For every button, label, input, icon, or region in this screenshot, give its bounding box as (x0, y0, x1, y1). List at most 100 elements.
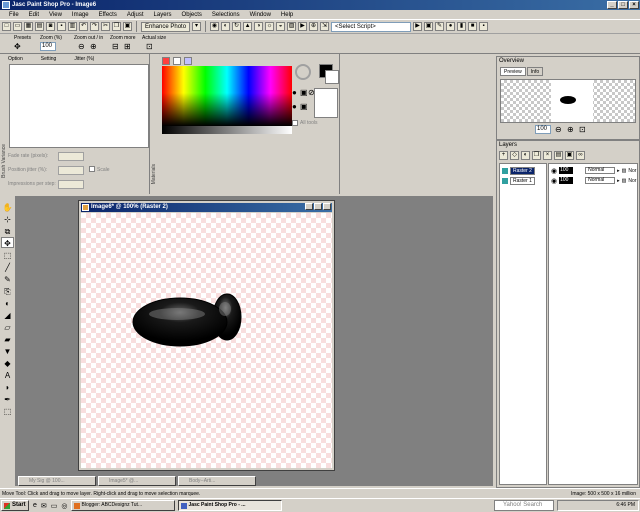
actual-size-icon[interactable]: ⊡ (579, 125, 586, 134)
chevron-right-icon[interactable]: ▸ (617, 168, 620, 174)
stop-script-icon[interactable]: ■ (468, 22, 478, 31)
taskbar-item-paintshop[interactable]: Jasc Paint Shop Pro - ... (177, 500, 282, 511)
zoom-more-out-icon[interactable]: ⊟ (112, 42, 119, 51)
layer-properties-icon[interactable]: ▤ (554, 151, 563, 160)
style-icon[interactable]: ● (292, 88, 297, 97)
desktop-icon[interactable]: ▭ (51, 502, 58, 510)
menu-edit[interactable]: Edit (24, 12, 44, 18)
layer-name[interactable]: Raster 2 (510, 166, 535, 175)
layer-row[interactable]: Raster 2 (502, 166, 535, 175)
image-close-button[interactable] (323, 203, 331, 210)
web-icon[interactable]: ⊕ (309, 22, 319, 31)
texture-icon-2[interactable]: ▣ (300, 102, 308, 111)
media-icon[interactable]: ◎ (61, 502, 67, 510)
pan-tool-icon[interactable]: ✋ (1, 202, 14, 213)
minimized-window[interactable]: My Sig @ 100... (18, 476, 96, 486)
outlook-icon[interactable]: ✉ (41, 502, 47, 510)
undo-icon[interactable]: ↶ (79, 22, 88, 31)
color-spectrum[interactable] (162, 66, 292, 126)
zoom-input[interactable]: 100 (40, 42, 56, 51)
flood-fill-tool-icon[interactable]: ▼ (1, 346, 14, 357)
color-tab-icon[interactable] (184, 57, 192, 65)
scale-checkbox[interactable] (89, 166, 95, 172)
all-tools-checkbox[interactable] (292, 120, 298, 126)
new-raster-layer-icon[interactable]: + (499, 151, 508, 160)
zoom-tool-icon[interactable]: ⊹ (1, 214, 14, 225)
smudge-tool-icon[interactable]: ◢ (1, 310, 14, 321)
mask-icon[interactable]: ▣ (565, 151, 574, 160)
layer-row[interactable]: Raster 1 (502, 176, 535, 185)
background-swatch[interactable] (325, 70, 339, 84)
maximize-button[interactable]: □ (618, 1, 628, 9)
paint-brush-tool-icon[interactable]: ✎ (1, 274, 14, 285)
script-select[interactable]: <Select Script> (331, 21, 412, 32)
fill-preview[interactable] (314, 88, 338, 118)
browse-icon[interactable]: ▦ (24, 22, 33, 31)
menu-layers[interactable]: Layers (149, 12, 177, 18)
record-script-icon[interactable]: ● (446, 22, 456, 31)
menu-view[interactable]: View (44, 12, 67, 18)
edit-script-icon[interactable]: ✎ (435, 22, 445, 31)
dodge-tool-icon[interactable]: ◐ (1, 298, 14, 309)
selection-tool-icon[interactable]: ⬚ (1, 250, 14, 261)
print-icon[interactable]: ▥ (68, 22, 77, 31)
tab-preview[interactable]: Preview (500, 67, 526, 76)
one-step-fix-icon[interactable]: ▾ (192, 22, 202, 31)
copy-icon[interactable]: ❐ (112, 22, 121, 31)
dropper-tool-icon[interactable]: ╱ (1, 262, 14, 273)
overview-thumbnail[interactable] (500, 79, 636, 123)
color-balance-icon[interactable]: ◑ (254, 22, 264, 31)
taskbar-item-blogger[interactable]: Blogger: ABCDesignz Tut... (70, 500, 175, 511)
histogram-icon[interactable]: ▲ (243, 22, 253, 31)
cut-icon[interactable]: ✂ (101, 22, 110, 31)
texture-icon[interactable]: ▣ (300, 88, 308, 97)
redo-icon[interactable]: ↷ (90, 22, 99, 31)
image-maximize-button[interactable] (314, 203, 322, 210)
rotate-icon[interactable]: ↻ (232, 22, 242, 31)
blend-mode-select[interactable]: Normal (585, 167, 616, 174)
new-file-icon[interactable]: □ (2, 22, 11, 31)
text-tool-icon[interactable]: A (1, 370, 14, 381)
deform-tool-icon[interactable]: ⧉ (1, 226, 14, 237)
zoom-out-icon[interactable]: ⊖ (78, 42, 85, 51)
swatches-tab-icon[interactable] (173, 57, 181, 65)
blend-mode-select[interactable]: Normal (585, 177, 616, 184)
minimized-window[interactable]: Image5* @... (98, 476, 176, 486)
picture-tube-tool-icon[interactable]: ◆ (1, 358, 14, 369)
oval-shape[interactable] (132, 297, 228, 347)
palette-icon[interactable]: ▨ (287, 22, 297, 31)
menu-adjust[interactable]: Adjust (122, 12, 149, 18)
brush-variance-list[interactable] (9, 64, 149, 148)
minimize-button[interactable]: _ (607, 1, 617, 9)
eraser-tool-icon[interactable]: ▱ (1, 322, 14, 333)
rainbow-tab-icon[interactable] (162, 57, 170, 65)
red-eye-icon[interactable]: ◉ (210, 22, 220, 31)
link-icon[interactable]: ∞ (576, 151, 585, 160)
animation-icon[interactable]: ▶ (298, 22, 308, 31)
open-file-icon[interactable]: ▭ (13, 22, 22, 31)
lock-transparency-icon[interactable]: ▨ (622, 168, 627, 174)
opacity-slider[interactable]: 100 (559, 177, 574, 184)
menu-help[interactable]: Help (276, 12, 298, 18)
fade-rate-spin[interactable] (58, 152, 84, 161)
close-button[interactable]: × (629, 1, 639, 9)
zoom-more-in-icon[interactable]: ⊞ (124, 42, 131, 51)
background-eraser-icon[interactable]: ▰ (1, 334, 14, 345)
menu-selections[interactable]: Selections (207, 12, 245, 18)
menu-image[interactable]: Image (67, 12, 94, 18)
impressions-spin[interactable] (58, 180, 84, 189)
tab-info[interactable]: Info (526, 67, 544, 76)
camera-icon[interactable]: ◙ (46, 22, 55, 31)
ie-icon[interactable]: e (33, 502, 37, 509)
zoom-in-icon[interactable]: ⊕ (567, 125, 574, 134)
save-icon[interactable]: ▪ (57, 22, 66, 31)
move-tool-icon[interactable]: ✥ (1, 237, 14, 248)
enhance-photo-button[interactable]: Enhance Photo (141, 21, 191, 32)
paste-icon[interactable]: ▣ (123, 22, 132, 31)
new-vector-layer-icon[interactable]: ◇ (510, 151, 519, 160)
zoom-out-icon[interactable]: ⊖ (555, 125, 562, 134)
delete-layer-icon[interactable]: × (543, 151, 552, 160)
overview-zoom-input[interactable]: 100 (535, 125, 551, 134)
clarify-icon[interactable]: ◐ (221, 22, 231, 31)
move-tool-icon[interactable]: ✥ (14, 42, 21, 51)
